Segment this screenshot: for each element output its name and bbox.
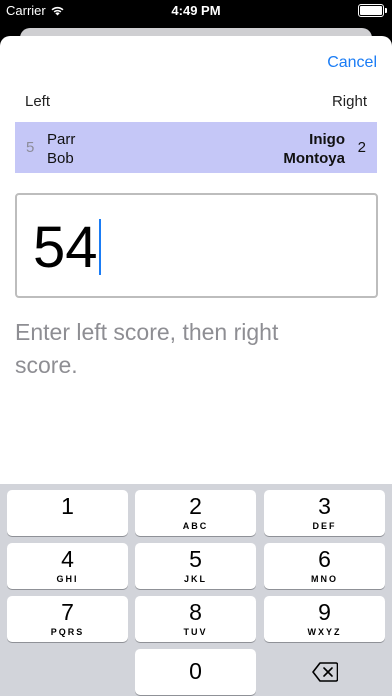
status-bar: Carrier 4:49 PM <box>0 0 392 22</box>
text-caret <box>98 219 101 275</box>
key-2[interactable]: 2 ABC <box>135 490 256 536</box>
right-player-first: Inigo <box>309 131 345 148</box>
key-letters: MNO <box>311 574 338 584</box>
key-0[interactable]: 0 <box>135 649 256 695</box>
key-letters: JKL <box>183 574 207 584</box>
match-row: 5 Parr Bob Inigo Montoya 2 <box>15 122 377 173</box>
key-digit: 9 <box>318 599 331 625</box>
delete-key[interactable] <box>264 649 385 695</box>
key-8[interactable]: 8 TUV <box>135 596 256 642</box>
left-player-last: Bob <box>47 150 74 167</box>
key-4[interactable]: 4 GHI <box>7 543 128 589</box>
key-digit: 6 <box>318 546 331 572</box>
key-letters: WXYZ <box>307 627 342 637</box>
instruction-text: Enter left score, then right score. <box>15 319 279 378</box>
number-pad: 1 2 ABC 3 DEF 4 GHI 5 JKL 6 MNO 7 PQRS 8 <box>0 484 392 696</box>
battery-icon <box>358 4 387 17</box>
key-1[interactable]: 1 <box>7 490 128 536</box>
key-letters: GHI <box>56 574 79 584</box>
key-digit: 7 <box>61 599 74 625</box>
key-letters: DEF <box>312 521 337 531</box>
key-digit: 3 <box>318 493 331 519</box>
key-3[interactable]: 3 DEF <box>264 490 385 536</box>
score-input-field[interactable]: 54 <box>15 193 378 298</box>
left-player-first: Parr <box>47 131 76 148</box>
key-digit: 8 <box>189 599 202 625</box>
key-letters: TUV <box>183 627 208 637</box>
right-column-label: Right <box>331 93 367 110</box>
key-7[interactable]: 7 PQRS <box>7 596 128 642</box>
score-input-value: 54 <box>33 217 101 279</box>
key-9[interactable]: 9 WXYZ <box>264 596 385 642</box>
status-time: 4:49 PM <box>171 3 221 18</box>
backspace-icon <box>312 662 338 682</box>
left-column-label: Left <box>25 93 51 110</box>
cancel-button[interactable]: Cancel <box>327 54 377 72</box>
right-player-last: Montoya <box>283 150 345 167</box>
key-digit: 1 <box>61 493 74 519</box>
key-6[interactable]: 6 MNO <box>264 543 385 589</box>
key-digit: 4 <box>61 546 74 572</box>
key-digit: 5 <box>189 546 202 572</box>
key-letters: ABC <box>182 521 209 531</box>
left-player-name: Parr Bob <box>47 130 75 168</box>
key-letters: PQRS <box>50 627 85 637</box>
right-seed: 2 <box>357 139 366 156</box>
key-digit: 0 <box>189 658 202 684</box>
right-player-name: Inigo Montoya <box>283 130 345 168</box>
left-seed: 5 <box>26 139 35 156</box>
score-text: 54 <box>33 215 98 280</box>
key-5[interactable]: 5 JKL <box>135 543 256 589</box>
score-entry-sheet: Cancel Left Right 5 Parr Bob Inigo Monto… <box>0 36 392 696</box>
key-digit: 2 <box>189 493 202 519</box>
